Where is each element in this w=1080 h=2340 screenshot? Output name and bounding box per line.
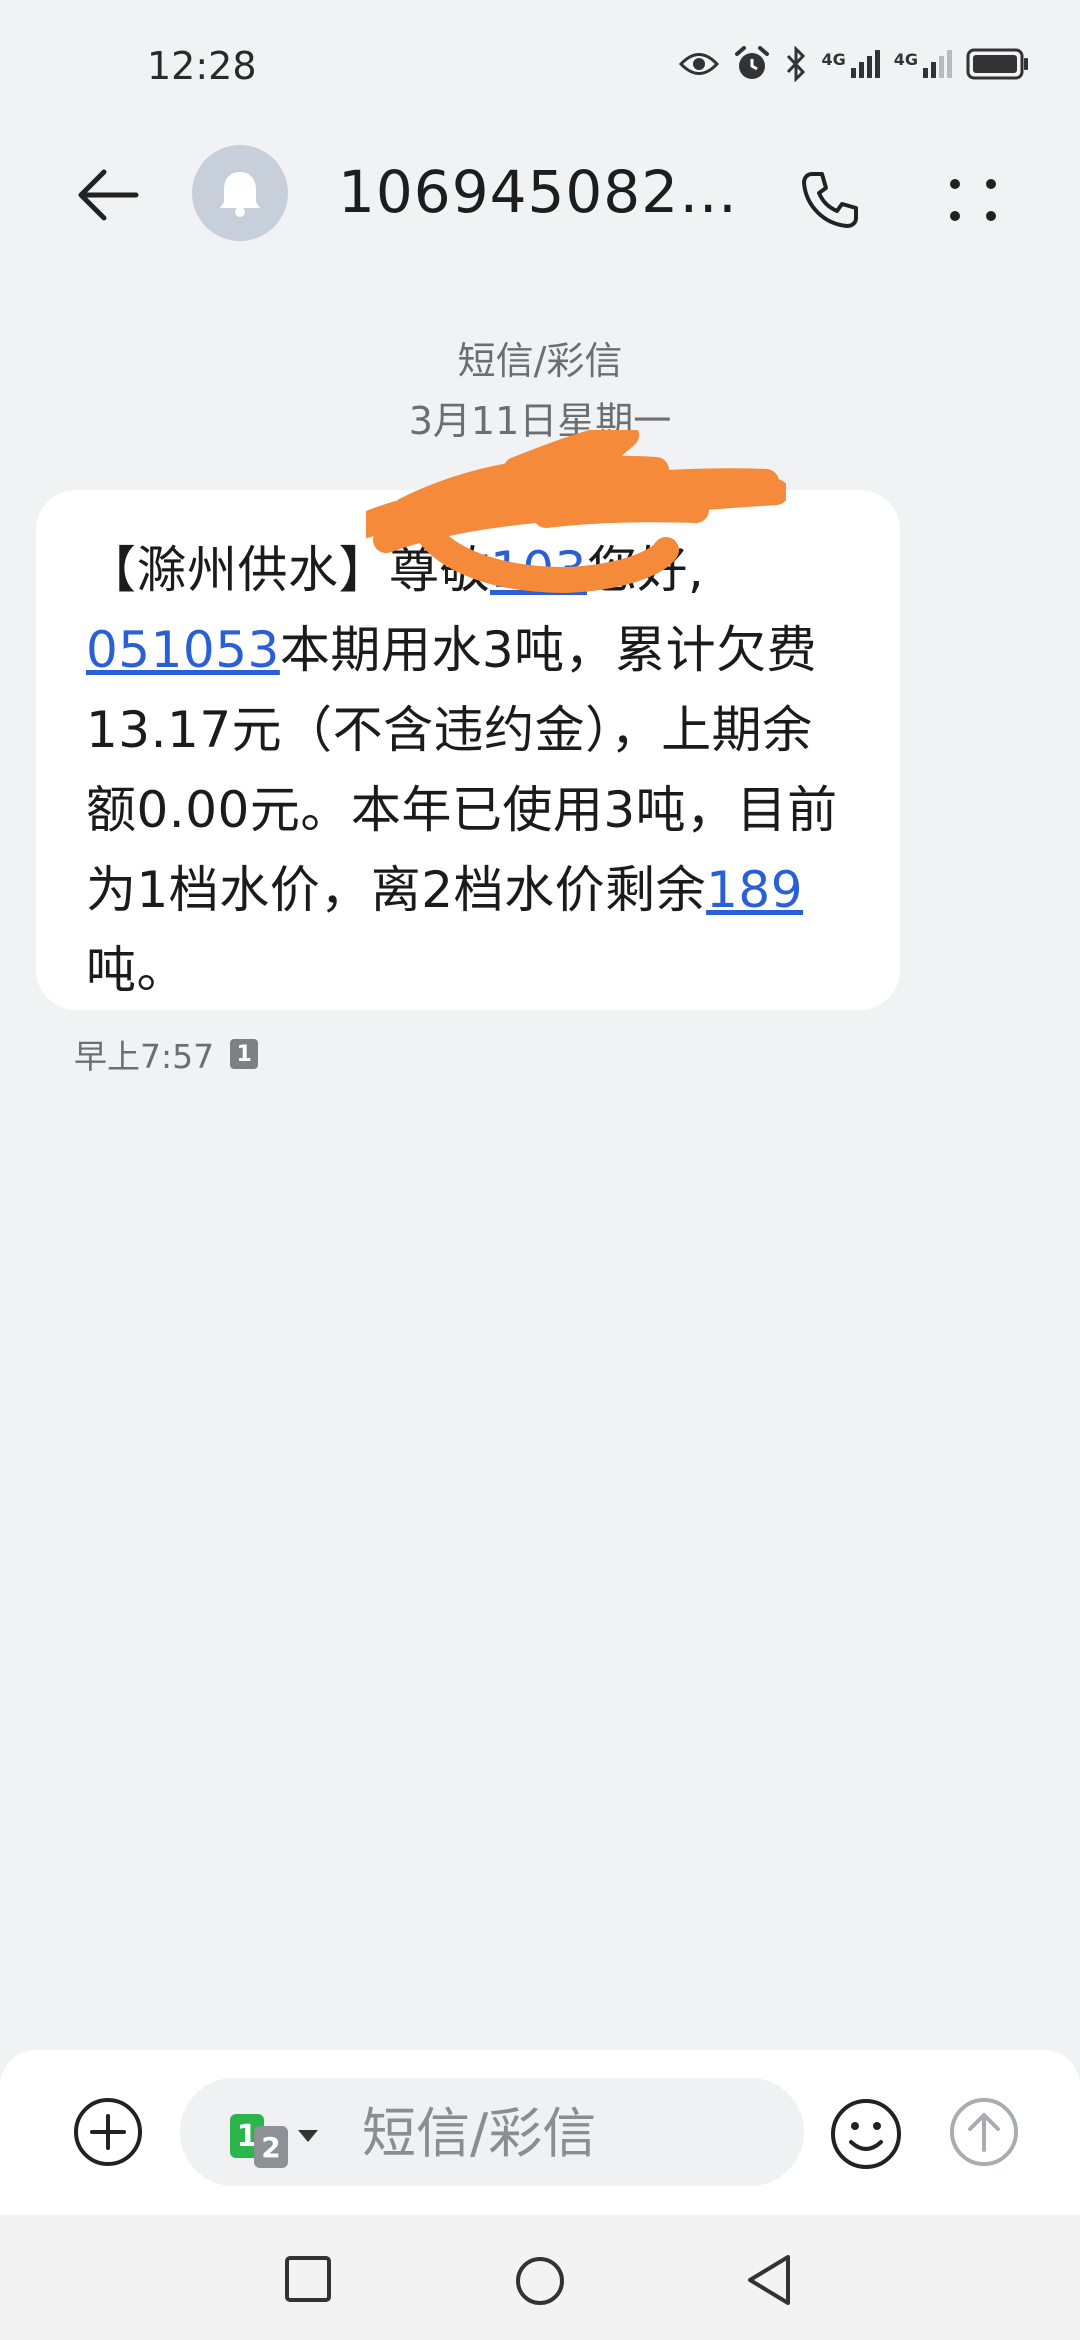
message-redacted-name: 尊敬 <box>389 541 490 599</box>
status-icons: 4G 4G <box>679 42 1030 86</box>
message-prefix: 【滁州供水】 <box>86 541 389 599</box>
arrow-up-circle-icon <box>950 2098 1018 2166</box>
conversation-type-label: 短信/彩信 <box>457 339 623 383</box>
contact-name[interactable]: 1069450822... <box>338 158 758 226</box>
message-composer: 1 2 <box>0 2050 1080 2215</box>
message-text: 【滁州供水】尊敬103您好, 051053本期用水3吨，累计欠费13.17元（不含… <box>86 530 850 1010</box>
message-input-container[interactable]: 1 2 <box>180 2078 804 2186</box>
bluetooth-icon <box>785 46 807 82</box>
network-label: 4G <box>821 50 846 69</box>
square-icon <box>285 2256 331 2302</box>
message-link[interactable]: 051053 <box>86 621 280 679</box>
triangle-back-icon <box>748 2255 790 2305</box>
arrow-left-icon <box>78 169 139 221</box>
attach-button[interactable] <box>70 2094 146 2170</box>
battery-icon <box>966 47 1030 81</box>
bell-icon <box>220 172 260 217</box>
circle-icon <box>516 2257 564 2305</box>
signal-4g-icon: 4G <box>821 50 880 78</box>
message-time: 早上7:57 <box>74 1037 215 1076</box>
send-button[interactable] <box>946 2094 1022 2170</box>
more-dots-icon <box>950 179 996 221</box>
message-link[interactable]: 103 <box>490 541 587 599</box>
emoji-button[interactable] <box>826 2094 906 2174</box>
sim-card-icon: 1 <box>230 1039 259 1069</box>
message-link[interactable]: 189 <box>706 861 803 919</box>
recent-apps-button[interactable] <box>284 2255 332 2303</box>
alarm-icon <box>733 45 771 83</box>
message-meta: 早上7:57 1 <box>74 1030 259 1078</box>
eye-icon <box>679 49 720 79</box>
home-button[interactable] <box>514 2255 566 2307</box>
avatar[interactable] <box>192 145 288 241</box>
message-input[interactable] <box>360 2100 784 2166</box>
status-bar: 12:28 4G 4G <box>0 0 1080 130</box>
message-bubble[interactable]: 【滁州供水】尊敬103您好, 051053本期用水3吨，累计欠费13.17元（不含… <box>36 430 900 1010</box>
conversation-date: 3月11日星期一 <box>408 399 672 443</box>
call-button[interactable] <box>790 160 870 240</box>
sim-switch-button[interactable]: 1 2 <box>230 2104 318 2168</box>
sim2-icon: 2 <box>254 2126 288 2168</box>
network-label: 4G <box>893 50 918 69</box>
back-button[interactable] <box>68 160 148 230</box>
plus-circle-icon <box>74 2098 142 2166</box>
signal-4g-icon: 4G <box>894 50 952 78</box>
message-body-end: 吨。 <box>86 941 187 999</box>
nav-back-button[interactable] <box>744 2253 794 2307</box>
message-greeting: 您好, <box>586 541 705 599</box>
status-time: 12:28 <box>147 44 257 88</box>
conversation-header: 1069450822... <box>0 140 1080 250</box>
caret-down-icon <box>298 2130 318 2142</box>
navigation-bar <box>0 2215 1080 2340</box>
smiley-icon <box>831 2099 901 2169</box>
phone-icon <box>802 172 858 228</box>
more-options-button[interactable] <box>938 160 1008 240</box>
